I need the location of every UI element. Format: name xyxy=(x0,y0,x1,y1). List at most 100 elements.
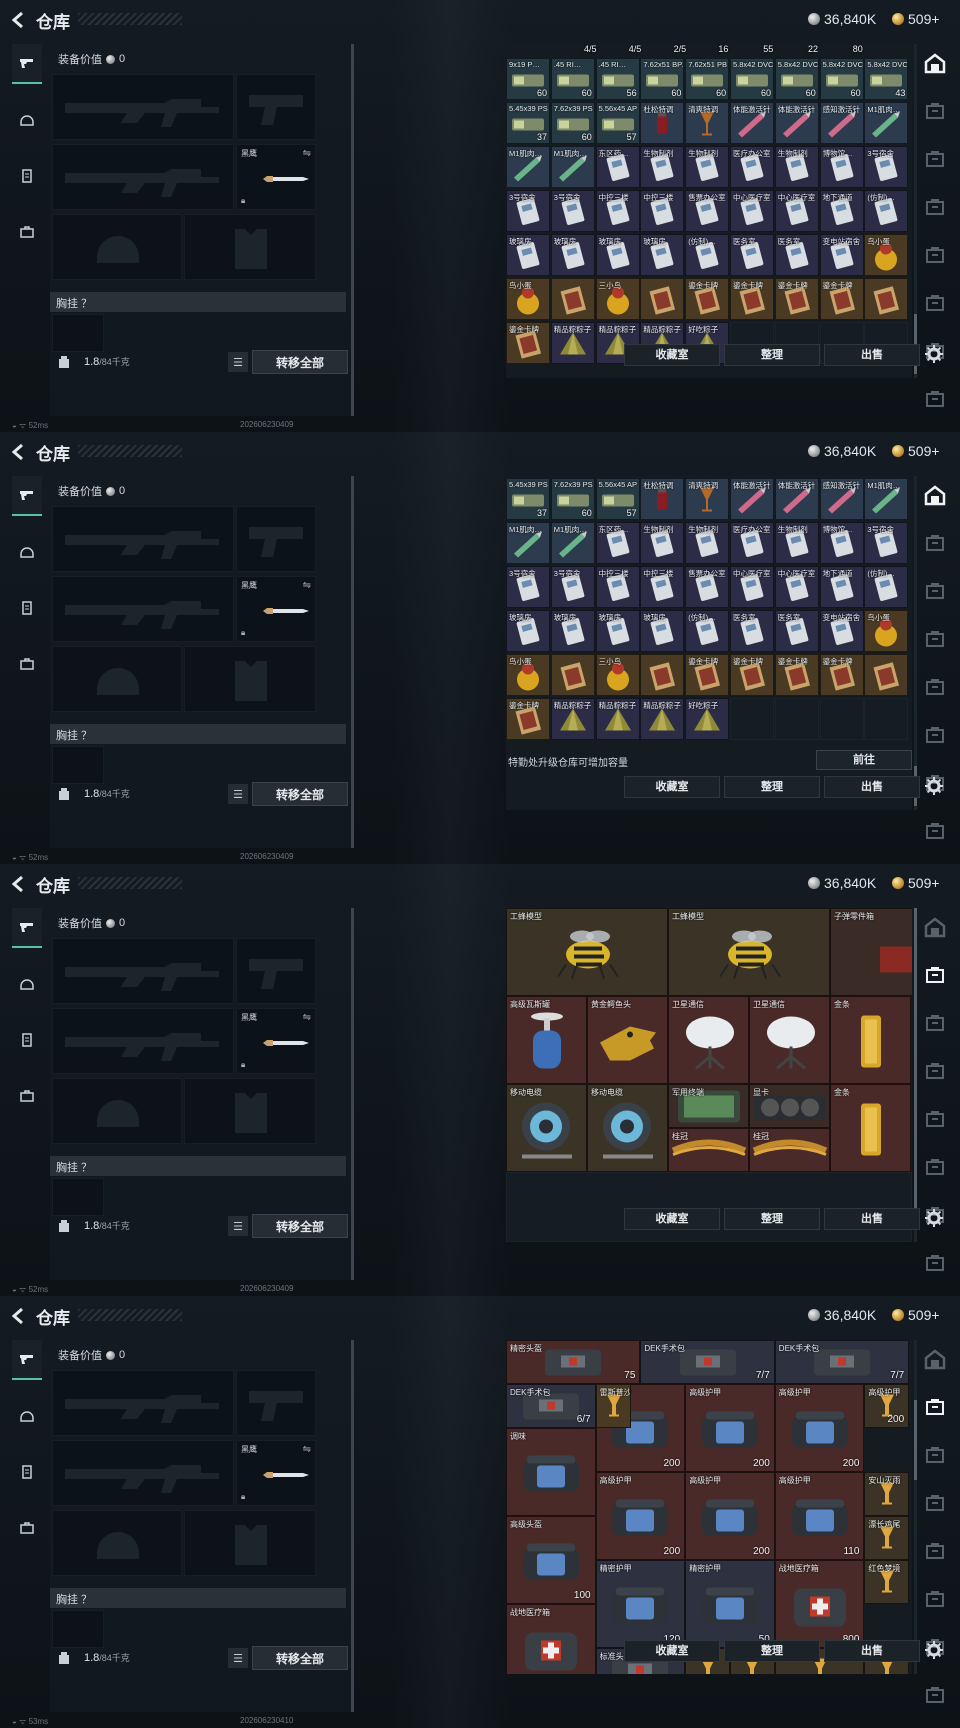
item-cell[interactable]: 高级瓦斯罐 xyxy=(506,996,587,1084)
storage-page-tab[interactable] xyxy=(924,1540,950,1566)
storage-page-tab[interactable] xyxy=(924,148,950,174)
storage-page-tab[interactable] xyxy=(924,1492,950,1518)
storage-grid[interactable]: 4/5 4/5 2/5 16 55 22 80 9x19 P… 60.45 RI… 60.45 R… xyxy=(506,44,912,378)
item-cell[interactable]: 中控三楼 xyxy=(595,566,640,608)
item-cell[interactable]: 体能激活针 xyxy=(730,478,774,520)
item-cell[interactable] xyxy=(550,654,595,696)
item-cell[interactable]: M1肌肉… xyxy=(864,478,909,520)
primary-weapon-slot-2[interactable] xyxy=(52,1440,234,1506)
storage-grid[interactable]: 工蜂模型 工蜂模型 子弹零件箱 高级瓦斯罐 黄金鳄鱼头 卫星通信 卫星通信 金条 移动电缆 移动电… xyxy=(506,908,912,1242)
tab-armor[interactable] xyxy=(12,1396,42,1436)
list-icon[interactable]: ☰ xyxy=(228,784,248,804)
item-cell[interactable]: 漂长鸡尾 xyxy=(864,1516,910,1560)
item-cell[interactable]: 鸟小蛋 xyxy=(506,654,550,696)
gold-currency[interactable]: 509+ xyxy=(892,1307,940,1323)
item-cell[interactable]: 黄金鳄鱼头 xyxy=(587,996,668,1084)
item-cell[interactable]: 卫星通信 xyxy=(749,996,830,1084)
item-cell[interactable] xyxy=(640,654,685,696)
storage-page-tab[interactable] xyxy=(924,1108,950,1134)
item-cell[interactable]: 感知激活针 xyxy=(819,478,864,520)
item-cell[interactable]: 5.8x42 DVC… 60 xyxy=(819,58,864,100)
swap-icon[interactable]: ⇋ xyxy=(303,148,311,159)
secondary-weapon-slot[interactable] xyxy=(236,1370,316,1436)
helmet-slot[interactable] xyxy=(52,1510,182,1576)
storage-page-tab[interactable] xyxy=(924,676,950,702)
secondary-weapon-slot[interactable] xyxy=(236,506,316,572)
primary-weapon-slot[interactable] xyxy=(52,74,234,140)
storage-scrollbar[interactable] xyxy=(914,44,917,378)
item-cell[interactable]: 精品粽粽子 xyxy=(640,698,685,740)
item-cell[interactable] xyxy=(550,278,595,320)
item-cell[interactable]: 体能激活针 xyxy=(730,102,774,144)
item-cell[interactable]: 杜松特调 xyxy=(640,102,685,144)
sell-button[interactable]: 出售 xyxy=(824,1208,920,1230)
swap-icon[interactable]: ⇋ xyxy=(303,1444,311,1455)
item-cell[interactable]: 显卡 xyxy=(749,1084,830,1128)
item-cell[interactable]: 5.56x45 AP 57 xyxy=(595,102,640,144)
gold-currency[interactable]: 509+ xyxy=(892,11,940,27)
item-cell[interactable]: 子弹零件箱 xyxy=(830,908,912,996)
item-cell[interactable]: 鎏金卡牌 xyxy=(685,278,730,320)
item-cell[interactable]: 鎏金卡牌 xyxy=(506,698,550,740)
item-cell[interactable]: 移动电缆 xyxy=(587,1084,668,1172)
transfer-all-button[interactable]: 转移全部 xyxy=(252,782,348,806)
item-cell[interactable]: 精品粽粽子 xyxy=(550,322,595,364)
sell-button[interactable]: 出售 xyxy=(824,1640,920,1662)
item-cell[interactable]: (仿制)… xyxy=(685,234,730,276)
tab-backpack[interactable] xyxy=(12,1076,42,1116)
item-cell[interactable]: 9x19 P… 60 xyxy=(506,58,550,100)
item-cell[interactable]: 感知激活针 xyxy=(819,102,864,144)
primary-weapon-slot-2[interactable] xyxy=(52,576,234,642)
item-cell[interactable]: 玻璃房 xyxy=(506,610,550,652)
item-cell[interactable]: DEK手术包 7/7 xyxy=(640,1340,775,1384)
sell-button[interactable]: 出售 xyxy=(824,344,920,366)
item-cell[interactable]: 3号宿舍 xyxy=(550,190,595,232)
item-cell[interactable]: 3号宿舍 xyxy=(864,146,909,188)
storage-scrollbar[interactable] xyxy=(914,908,917,1242)
storage-page-tab[interactable] xyxy=(924,1396,950,1422)
item-cell[interactable]: 鸟小蛋 xyxy=(506,278,550,320)
sell-button[interactable]: 出售 xyxy=(824,776,920,798)
storage-page-tab[interactable] xyxy=(924,964,950,990)
item-cell[interactable]: 精品粽粽子 xyxy=(550,698,595,740)
back-arrow-icon[interactable] xyxy=(8,873,30,895)
item-cell[interactable]: 高级护甲 200 xyxy=(685,1472,775,1560)
item-cell[interactable]: 3号宿舍 xyxy=(506,566,550,608)
item-cell[interactable]: 地下通道 xyxy=(819,190,864,232)
tab-armor[interactable] xyxy=(12,100,42,140)
item-cell[interactable]: 三小鸟 xyxy=(595,654,640,696)
item-cell[interactable]: 中心医疗室 xyxy=(730,190,774,232)
primary-weapon-slot[interactable] xyxy=(52,1370,234,1436)
gear-icon[interactable] xyxy=(924,1640,944,1660)
storage-page-tab[interactable] xyxy=(924,388,950,414)
item-cell[interactable]: M1肌肉… xyxy=(550,146,595,188)
item-cell[interactable]: 玻璃房 xyxy=(640,610,685,652)
item-cell[interactable] xyxy=(864,654,909,696)
back-arrow-icon[interactable] xyxy=(8,441,30,463)
list-icon[interactable]: ☰ xyxy=(228,352,248,372)
chest-rig-slot[interactable] xyxy=(52,1178,104,1216)
storage-home-tab[interactable] xyxy=(924,916,950,942)
organize-button[interactable]: 整理 xyxy=(724,344,820,366)
item-cell[interactable]: 安山灭雨 xyxy=(864,1472,910,1516)
item-cell[interactable]: 鎏金卡牌 xyxy=(819,278,864,320)
melee-slot[interactable]: 黑鹰 ⇋ 🔒︎ xyxy=(236,576,316,642)
item-cell[interactable]: 中心医疗室 xyxy=(774,566,819,608)
armor-slot[interactable] xyxy=(184,1510,316,1576)
item-cell[interactable]: 桂冠 xyxy=(749,1128,830,1172)
item-cell[interactable]: 5.45x39 PS 37 xyxy=(506,478,550,520)
item-cell[interactable]: 博物馆… xyxy=(819,522,864,564)
item-cell[interactable]: 移动电缆 xyxy=(506,1084,587,1172)
storage-page-tab[interactable] xyxy=(924,1684,950,1710)
gear-icon[interactable] xyxy=(924,776,944,796)
item-cell[interactable]: 清爽特调 xyxy=(685,102,730,144)
item-cell[interactable]: 医务室 xyxy=(730,234,774,276)
chest-rig-slot[interactable] xyxy=(52,1610,104,1648)
transfer-all-button[interactable]: 转移全部 xyxy=(252,1214,348,1238)
collection-button[interactable]: 收藏室 xyxy=(624,1640,720,1662)
item-cell[interactable]: 中心医疗室 xyxy=(730,566,774,608)
item-cell[interactable]: 高级护甲 200 xyxy=(864,1384,910,1428)
helmet-slot[interactable] xyxy=(52,214,182,280)
item-cell[interactable]: 战地医疗箱 xyxy=(506,1604,596,1674)
item-cell[interactable]: 7.62x51 BPZ… 60 xyxy=(640,58,685,100)
